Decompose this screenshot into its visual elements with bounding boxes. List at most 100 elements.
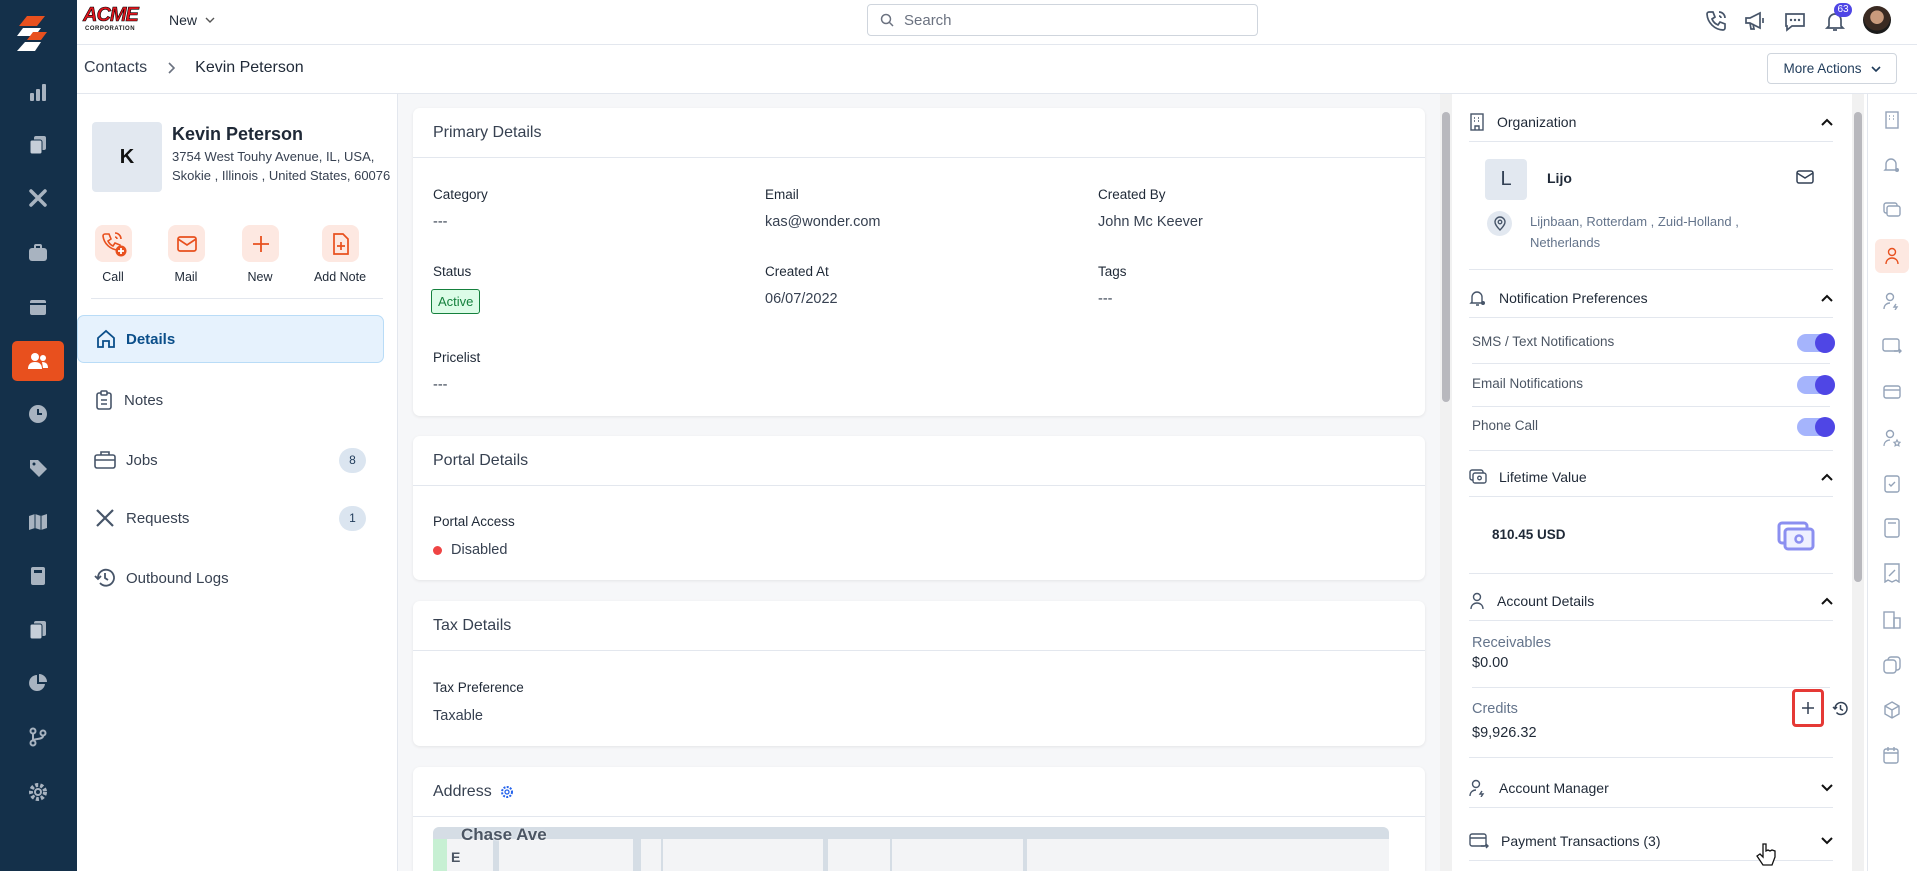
- contact-summary-panel: K Kevin Peterson 3754 West Touhy Avenue,…: [77, 94, 398, 871]
- sms-notifications-toggle[interactable]: [1797, 333, 1835, 353]
- settings-gear-icon[interactable]: [500, 785, 514, 799]
- divider: [1472, 363, 1830, 364]
- timesheet-clock-icon[interactable]: [12, 394, 64, 434]
- briefcase-icon: [94, 451, 116, 469]
- address-title: Address: [433, 782, 492, 800]
- new-label: New: [247, 270, 273, 284]
- notification-settings-shortcut-icon[interactable]: [1875, 148, 1909, 182]
- account-manager-shortcut-icon[interactable]: [1875, 284, 1909, 318]
- mail-action-button[interactable]: [168, 225, 205, 262]
- history-icon: [94, 568, 115, 587]
- portal-access-value: Disabled: [451, 542, 508, 558]
- primary-details-title: Primary Details: [413, 108, 1425, 158]
- primary-details-card: Primary Details Category --- Email kas@w…: [413, 108, 1425, 416]
- tasks-icon[interactable]: [12, 125, 64, 165]
- tax-details-card: Tax Details Tax Preference Taxable: [413, 601, 1425, 746]
- disabled-status-dot: [433, 546, 442, 555]
- chat-icon[interactable]: [1783, 9, 1807, 33]
- tools-icon[interactable]: [12, 178, 64, 218]
- jobs-briefcase-icon[interactable]: [12, 233, 64, 273]
- nav-outbound-logs[interactable]: Outbound Logs: [76, 554, 383, 602]
- discount-receipt-shortcut-icon[interactable]: [1875, 556, 1909, 590]
- call-action-button[interactable]: [95, 225, 132, 262]
- payment-transactions-header[interactable]: Payment Transactions (3): [1469, 821, 1833, 861]
- building-icon: [1470, 112, 1484, 131]
- phone-call-toggle[interactable]: [1797, 417, 1835, 437]
- organization-name[interactable]: Lijo: [1547, 170, 1572, 186]
- package-shortcut-icon[interactable]: [1875, 693, 1909, 727]
- main-content: Primary Details Category --- Email kas@w…: [398, 94, 1440, 871]
- new-action-button[interactable]: [242, 225, 279, 262]
- workflow-icon[interactable]: [12, 717, 64, 757]
- lifetime-value-shortcut-icon[interactable]: [1875, 193, 1909, 227]
- add-note-label: Add Note: [313, 270, 367, 284]
- calculator-shortcut-icon[interactable]: [1875, 511, 1909, 545]
- account-details-header[interactable]: Account Details: [1469, 581, 1833, 621]
- email-notifications-label: Email Notifications: [1472, 376, 1584, 391]
- new-dropdown[interactable]: New: [169, 12, 215, 28]
- nav-notes[interactable]: Notes: [76, 376, 383, 424]
- nav-requests[interactable]: Requests 1: [76, 494, 383, 542]
- email-label: Email: [765, 187, 799, 202]
- contacts-icon[interactable]: [12, 341, 64, 381]
- phone-call-icon[interactable]: [1704, 9, 1728, 33]
- user-star-shortcut-icon[interactable]: [1875, 421, 1909, 455]
- top-bar: ACME CORPORATION New Search 63: [77, 0, 1917, 45]
- organization-mail-icon[interactable]: [1796, 170, 1814, 184]
- payment-transactions-shortcut-icon[interactable]: [1875, 329, 1909, 363]
- copy-shortcut-icon[interactable]: [1875, 648, 1909, 682]
- card-shortcut-icon[interactable]: [1875, 375, 1909, 409]
- jobs-count-badge: 8: [339, 447, 366, 473]
- nav-details[interactable]: Details: [77, 315, 384, 363]
- buildings-shortcut-icon[interactable]: [1875, 603, 1909, 637]
- documents-icon[interactable]: [12, 610, 64, 650]
- breadcrumb-contacts-link[interactable]: Contacts: [84, 59, 147, 77]
- app-logo-icon[interactable]: [13, 14, 53, 54]
- organization-section-header[interactable]: Organization: [1469, 102, 1833, 142]
- receivables-value: $0.00: [1472, 655, 1509, 671]
- add-credit-button[interactable]: [1792, 689, 1824, 727]
- reports-icon[interactable]: [12, 72, 64, 112]
- tags-value: ---: [1098, 291, 1113, 307]
- address-map[interactable]: Chase Ave E: [433, 825, 1389, 871]
- nav-jobs[interactable]: Jobs 8: [76, 436, 383, 484]
- address-card: Address Chase Ave E: [413, 767, 1425, 871]
- search-icon: [880, 13, 894, 27]
- calendar-icon[interactable]: [12, 287, 64, 327]
- calendar-refresh-shortcut-icon[interactable]: [1875, 738, 1909, 772]
- map-icon[interactable]: [12, 502, 64, 542]
- sidebar-scrollbar[interactable]: [1852, 94, 1864, 871]
- lifetime-value-header[interactable]: Lifetime Value: [1469, 457, 1833, 497]
- money-illustration-icon: [1777, 521, 1815, 551]
- user-manager-icon: [1469, 779, 1485, 797]
- main-scrollbar[interactable]: [1440, 94, 1452, 871]
- user-icon: [1470, 592, 1484, 609]
- account-manager-header[interactable]: Account Manager: [1469, 768, 1833, 808]
- tax-details-title: Tax Details: [413, 601, 1425, 651]
- clipboard-check-shortcut-icon[interactable]: [1875, 466, 1909, 500]
- card-transfer-icon: [1469, 832, 1489, 848]
- breadcrumb-current: Kevin Peterson: [195, 59, 304, 76]
- add-note-action-button[interactable]: [322, 225, 359, 262]
- divider: [1472, 406, 1830, 407]
- lifetime-value-title: Lifetime Value: [1499, 468, 1587, 485]
- divider: [1469, 450, 1833, 451]
- credit-history-icon[interactable]: [1832, 700, 1849, 717]
- pie-chart-icon[interactable]: [12, 663, 64, 703]
- email-notifications-toggle[interactable]: [1797, 375, 1835, 395]
- account-details-shortcut-icon[interactable]: [1875, 239, 1909, 273]
- more-actions-button[interactable]: More Actions: [1767, 53, 1897, 84]
- tag-icon[interactable]: [12, 448, 64, 488]
- chevron-up-icon: [1821, 118, 1833, 126]
- email-value[interactable]: kas@wonder.com: [765, 214, 880, 230]
- search-input[interactable]: Search: [867, 4, 1258, 36]
- tax-preference-value: Taxable: [433, 708, 483, 724]
- megaphone-icon[interactable]: [1743, 9, 1767, 33]
- notification-preferences-header[interactable]: Notification Preferences: [1469, 278, 1833, 318]
- settings-gear-icon[interactable]: [12, 772, 64, 812]
- pricelist-value: ---: [433, 377, 448, 393]
- mouse-pointer-hand-icon: [1755, 842, 1777, 868]
- calculator-icon[interactable]: [12, 556, 64, 596]
- organization-shortcut-icon[interactable]: [1875, 103, 1909, 137]
- user-avatar[interactable]: [1863, 6, 1891, 34]
